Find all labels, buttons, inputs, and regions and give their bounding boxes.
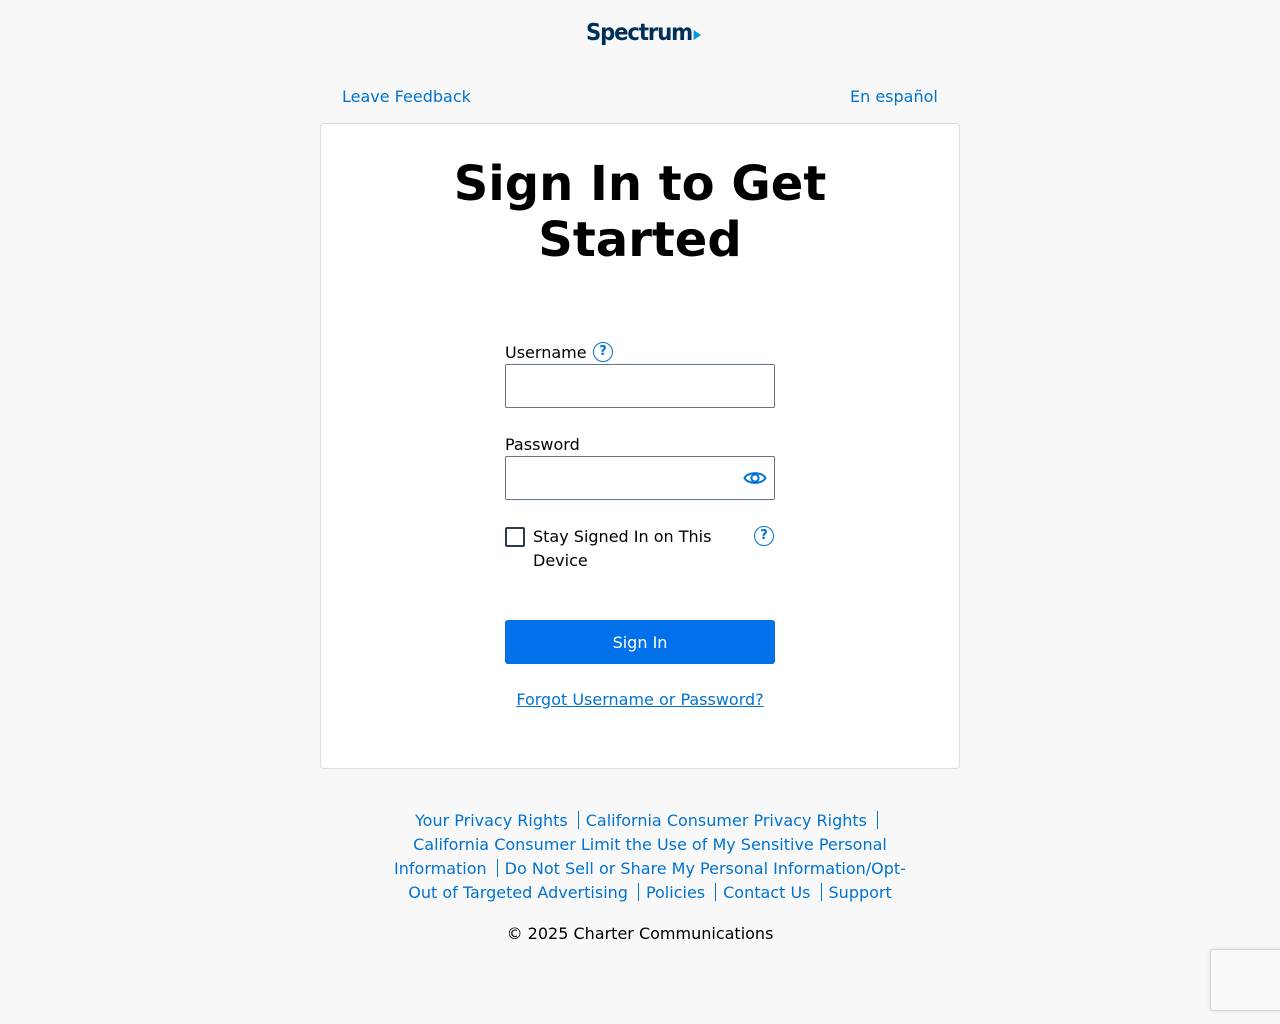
footer-link-ca-privacy-rights[interactable]: California Consumer Privacy Rights	[586, 811, 867, 830]
footer-link-policies[interactable]: Policies	[646, 883, 705, 902]
footer-separator	[715, 883, 717, 901]
stay-signed-in-label: Stay Signed In on This Device	[533, 527, 712, 570]
spectrum-logo[interactable]: Spectrum	[586, 20, 702, 46]
username-input[interactable]	[505, 364, 775, 408]
sign-in-button[interactable]: Sign In	[505, 620, 775, 664]
footer-link-support[interactable]: Support	[829, 883, 892, 902]
username-label: Username	[505, 343, 587, 362]
stay-signed-in-help-icon[interactable]: ?	[754, 526, 774, 546]
username-help-icon[interactable]: ?	[593, 342, 613, 362]
footer-link-contact-us[interactable]: Contact Us	[723, 883, 810, 902]
password-label: Password	[505, 435, 580, 454]
footer-separator	[637, 883, 639, 901]
forgot-credentials-link[interactable]: Forgot Username or Password?	[321, 690, 959, 709]
language-toggle-link[interactable]: En español	[850, 87, 938, 106]
footer-separator	[876, 811, 878, 829]
show-password-eye-icon[interactable]	[743, 467, 767, 489]
sign-in-card: Sign In to Get Started Username ? Passwo…	[320, 123, 960, 769]
recaptcha-badge[interactable]	[1210, 949, 1280, 1011]
logo-text: Spectrum	[586, 20, 693, 46]
footer-separator	[820, 883, 822, 901]
copyright-text: © 2025 Charter Communications	[506, 924, 774, 943]
footer-link-privacy-rights[interactable]: Your Privacy Rights	[415, 811, 568, 830]
leave-feedback-link[interactable]: Leave Feedback	[342, 87, 471, 106]
footer-separator	[496, 859, 498, 877]
page-title: Sign In to Get Started	[453, 156, 827, 268]
logo-arrow-icon	[693, 29, 702, 40]
stay-signed-in-checkbox[interactable]	[505, 527, 525, 547]
footer-separator	[577, 811, 579, 829]
password-input[interactable]	[505, 456, 775, 500]
footer-links: Your Privacy Rights California Consumer P…	[390, 809, 910, 905]
